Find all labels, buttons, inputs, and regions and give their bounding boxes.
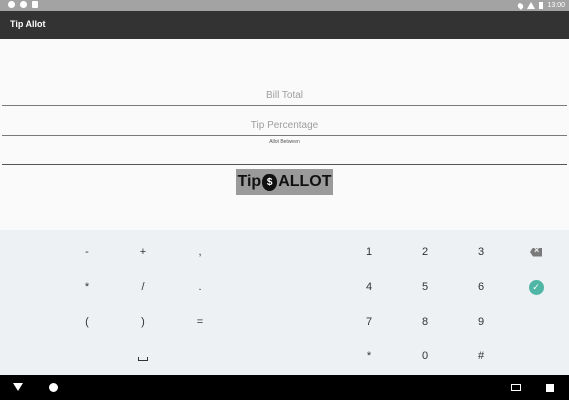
tip-allot-logo: Tip $ ALLOT [236, 169, 333, 195]
space-icon [138, 357, 148, 361]
app-bar: Tip Allot [0, 11, 569, 39]
key-minus[interactable]: - [59, 237, 115, 267]
tip-percentage-input[interactable] [2, 110, 567, 135]
backspace-icon [530, 247, 542, 257]
clock: 13:00 [547, 2, 565, 9]
allot-between-label: Allot Between [269, 139, 300, 145]
logo-text-allot: ALLOT [278, 173, 332, 190]
key-equals[interactable]: = [172, 307, 228, 337]
key-comma[interactable]: , [172, 237, 228, 267]
keyboard-switch-icon[interactable] [511, 384, 521, 391]
status-right: 13:00 [517, 0, 565, 11]
recents-icon[interactable] [546, 384, 554, 392]
status-bar: 13:00 [0, 0, 569, 11]
signal-icon [527, 2, 536, 9]
key-hash[interactable]: # [453, 341, 509, 371]
key-8[interactable]: 8 [397, 307, 453, 337]
notification-icon [8, 1, 15, 8]
key-star[interactable]: * [341, 341, 397, 371]
key-3[interactable]: 3 [453, 237, 509, 267]
key-close-paren[interactable]: ) [115, 307, 171, 337]
sd-card-icon [32, 1, 38, 8]
key-plus[interactable]: + [115, 237, 171, 267]
tip-percentage-field[interactable] [2, 110, 567, 136]
key-6[interactable]: 6 [453, 272, 509, 302]
space-key[interactable] [115, 341, 171, 371]
app-title: Tip Allot [10, 19, 46, 29]
key-open-paren[interactable]: ( [59, 307, 115, 337]
sync-icon [20, 1, 27, 8]
money-bag-icon: $ [262, 173, 278, 191]
key-0[interactable]: 0 [397, 341, 453, 371]
key-5[interactable]: 5 [397, 272, 453, 302]
home-icon[interactable] [49, 383, 58, 392]
backspace-key[interactable] [508, 237, 564, 267]
logo-text-tip: Tip [237, 173, 262, 190]
check-icon: ✓ [528, 279, 544, 295]
done-key[interactable]: ✓ [508, 272, 564, 302]
key-1[interactable]: 1 [341, 237, 397, 267]
key-4[interactable]: 4 [341, 272, 397, 302]
key-9[interactable]: 9 [453, 307, 509, 337]
key-slash[interactable]: / [115, 272, 171, 302]
numeric-keyboard: - + , 1 2 3 * / . 4 5 6 ✓ ( ) = 7 8 9 * … [0, 230, 569, 375]
battery-icon [539, 2, 544, 9]
navigation-bar [0, 375, 569, 400]
key-asterisk[interactable]: * [59, 272, 115, 302]
key-2[interactable]: 2 [397, 237, 453, 267]
key-7[interactable]: 7 [341, 307, 397, 337]
location-icon [517, 1, 525, 10]
notification-icons [8, 1, 38, 8]
allot-between-field[interactable]: Allot Between [2, 137, 567, 165]
back-icon[interactable] [13, 383, 23, 391]
bill-total-field[interactable] [2, 80, 567, 106]
bill-total-input[interactable] [2, 80, 567, 105]
key-period[interactable]: . [172, 272, 228, 302]
